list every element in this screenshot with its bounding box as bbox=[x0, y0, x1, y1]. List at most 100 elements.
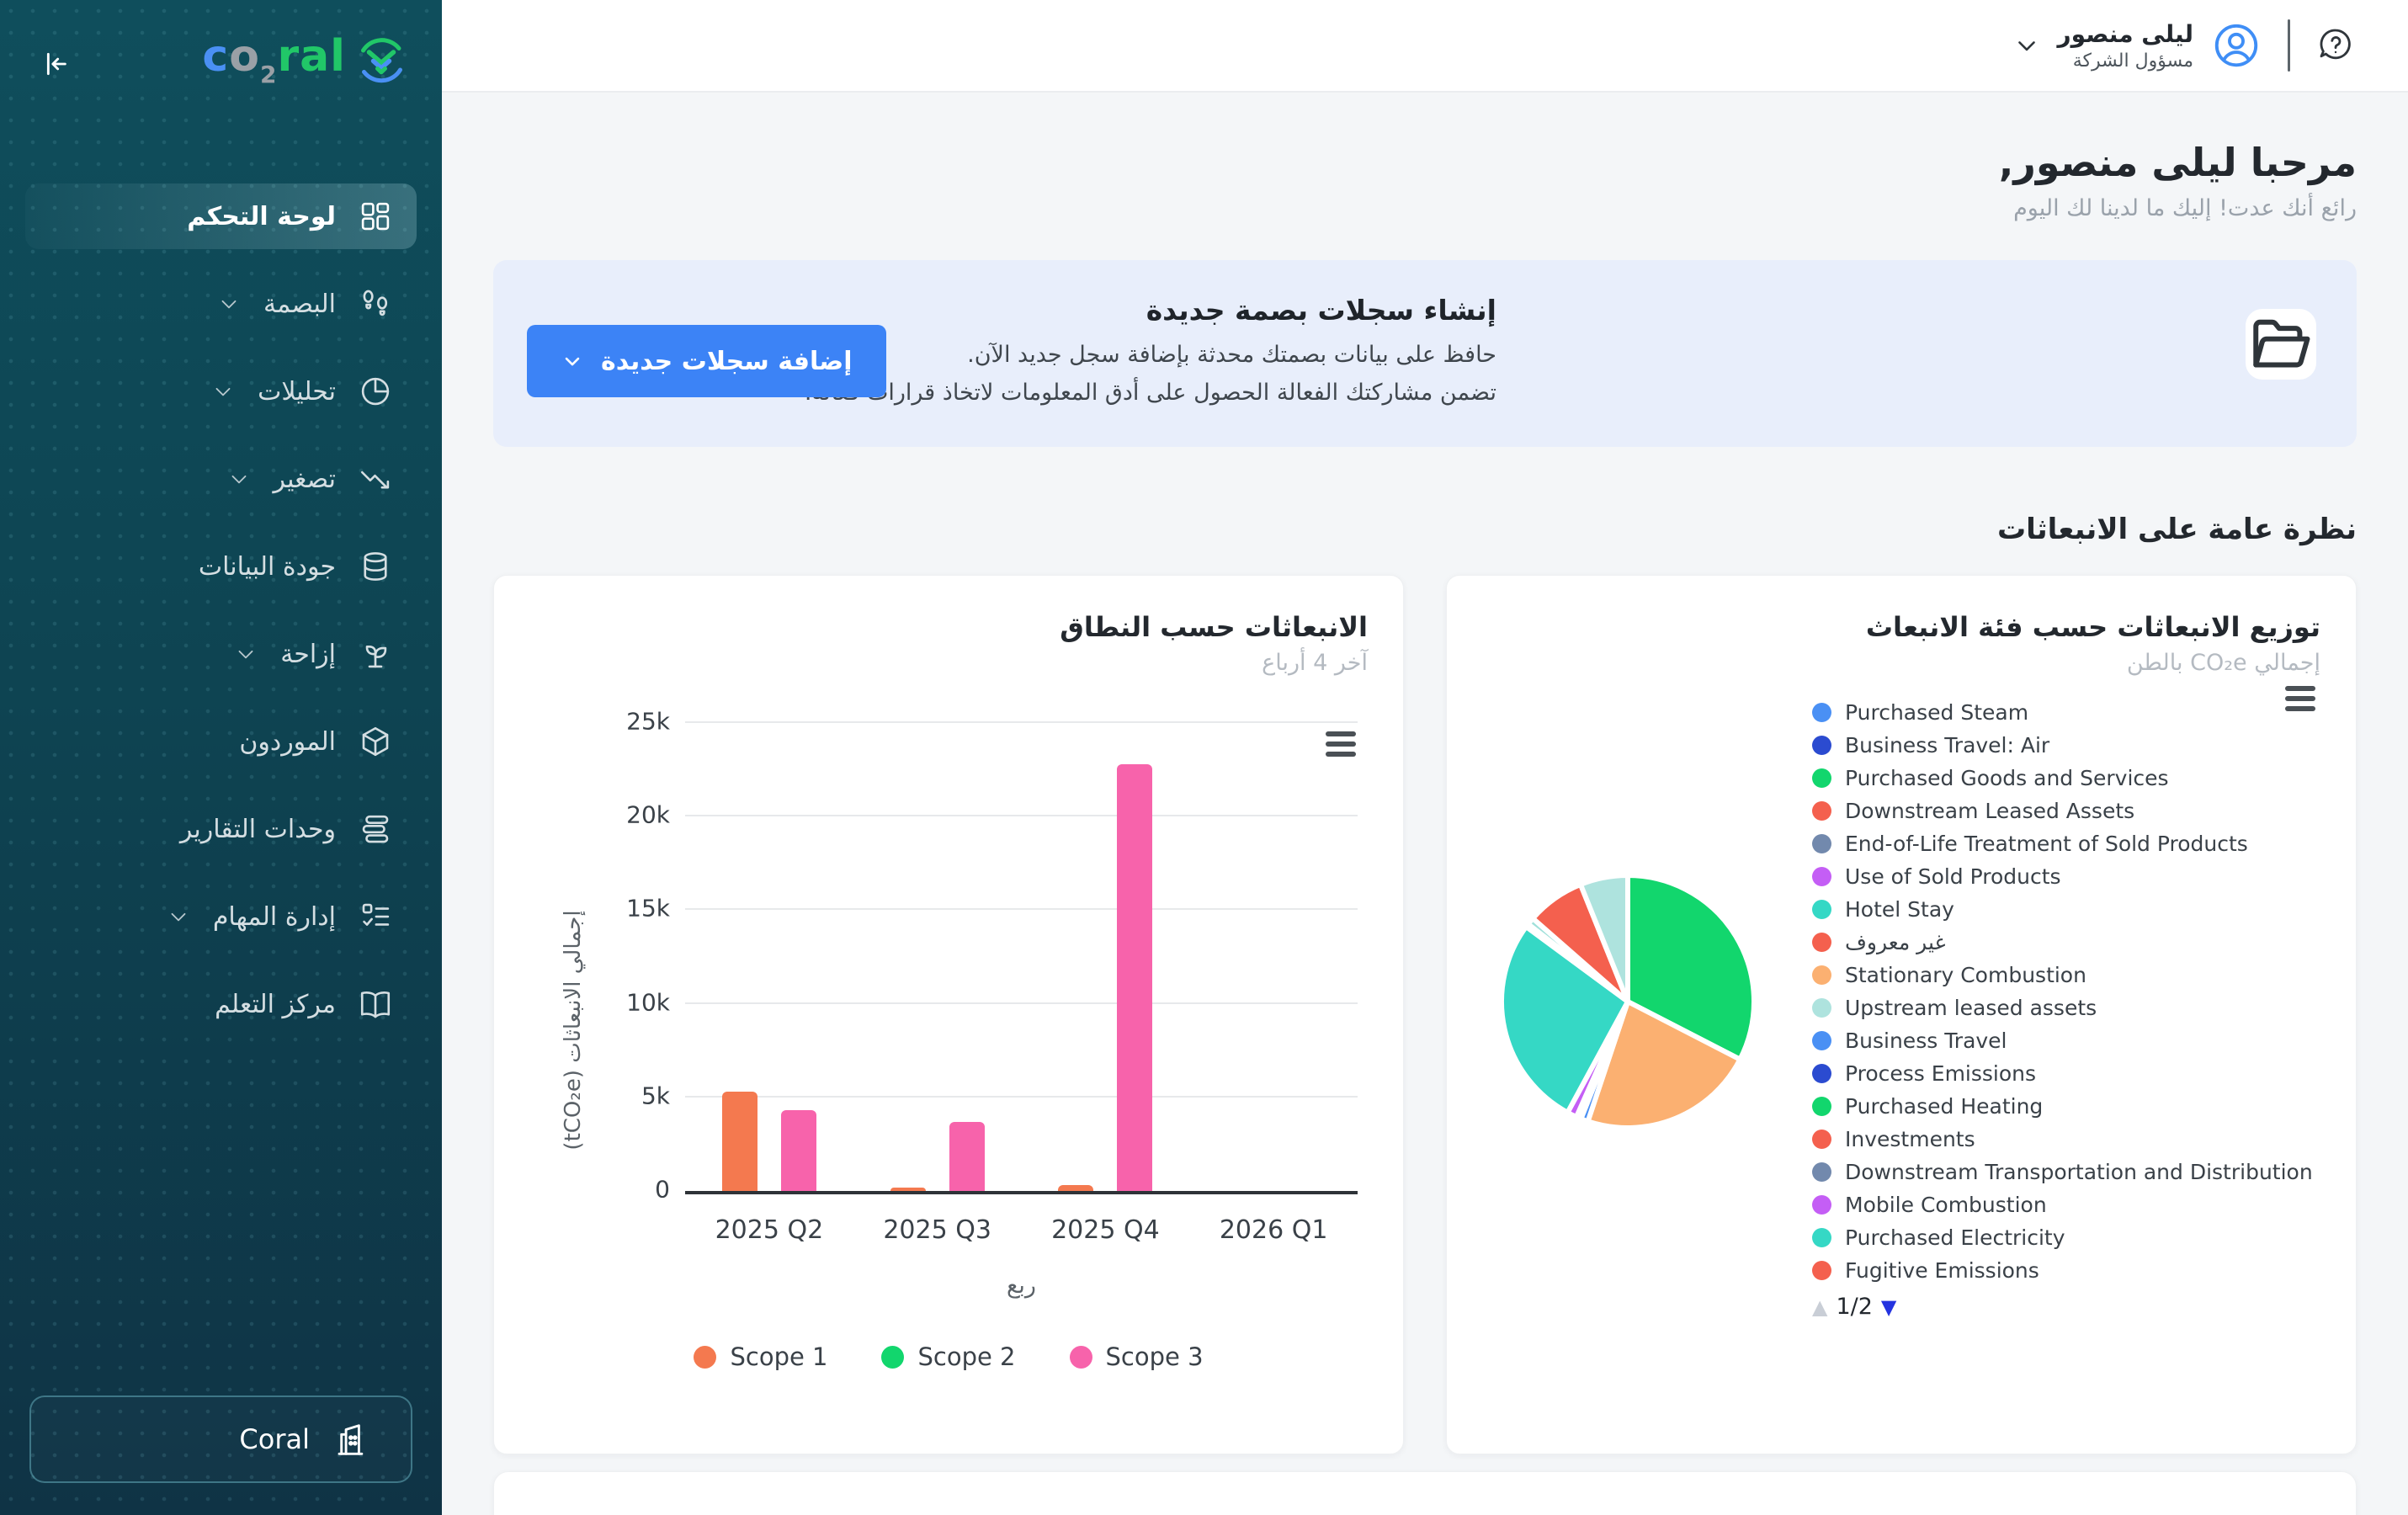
legend-dot bbox=[1812, 1130, 1831, 1149]
sidebar-item-dashboard[interactable]: لوحة التحكم bbox=[25, 183, 417, 249]
charts-row: توزيع الانبعاثات حسب فئة الانبعاث إجمالي… bbox=[493, 575, 2357, 1454]
bar-chart-ylabel: إجمالي الانبعاثات (tCO₂e) bbox=[561, 910, 586, 1150]
legend-dot bbox=[1812, 1031, 1831, 1050]
user-menu[interactable]: ليلى منصور مسؤول الشركة bbox=[2012, 19, 2262, 72]
help-icon[interactable] bbox=[2315, 25, 2356, 66]
legend-item[interactable]: End-of-Life Treatment of Sold Products bbox=[1812, 827, 2317, 860]
legend-item[interactable]: Business Travel: Air bbox=[1812, 729, 2317, 762]
legend-dot bbox=[1812, 998, 1831, 1018]
sidebar-item-label: إدارة المهام bbox=[213, 902, 336, 932]
legend-item-scope-1[interactable]: Scope 1 bbox=[694, 1342, 827, 1371]
legend-dot bbox=[1812, 768, 1831, 788]
banner-title: إنشاء سجلات بصمة جديدة bbox=[442, 294, 1496, 327]
legend-item[interactable]: Business Travel bbox=[1812, 1024, 2317, 1057]
bar-scope-1[interactable] bbox=[1058, 1185, 1093, 1191]
chevron-down-icon bbox=[226, 466, 252, 492]
legend-label: Hotel Stay bbox=[1845, 897, 1954, 922]
bar-chart-subtitle: آخر 4 أرباع bbox=[529, 650, 1368, 676]
legend-item[interactable]: Downstream Transportation and Distributi… bbox=[1812, 1156, 2317, 1188]
legend-item[interactable]: غير معروف bbox=[1812, 926, 2317, 959]
book-icon bbox=[358, 986, 393, 1022]
sidebar-item-reduce[interactable]: تصغير bbox=[0, 435, 442, 523]
legend-item[interactable]: Purchased Steam bbox=[1812, 696, 2317, 729]
sidebar-item-offset[interactable]: إزاحة bbox=[0, 610, 442, 698]
sidebar-item-footprint[interactable]: البصمة bbox=[0, 260, 442, 348]
legend-item[interactable]: Downstream Leased Assets bbox=[1812, 795, 2317, 827]
sidebar-item-reporting-units[interactable]: وحدات التقارير bbox=[0, 785, 442, 873]
emissions-pie-chart[interactable] bbox=[1497, 871, 1758, 1132]
legend-item[interactable]: Upstream leased assets bbox=[1812, 991, 2317, 1024]
y-tick-label: 20k bbox=[626, 801, 670, 829]
legend-item-scope-3[interactable]: Scope 3 bbox=[1070, 1342, 1204, 1371]
sidebar-collapse-icon[interactable] bbox=[37, 47, 71, 81]
legend-dot bbox=[1812, 1162, 1831, 1182]
sidebar-item-label: تحليلات bbox=[258, 377, 336, 407]
bar-group-2025-q3 bbox=[853, 723, 1022, 1191]
chevron-down-icon bbox=[210, 379, 236, 404]
legend-item-scope-2[interactable]: Scope 2 bbox=[881, 1342, 1015, 1371]
bar-scope-3[interactable] bbox=[949, 1122, 985, 1191]
user-avatar-icon bbox=[2210, 19, 2262, 72]
legend-item[interactable]: Process Emissions bbox=[1812, 1057, 2317, 1090]
trending-down-icon bbox=[358, 461, 393, 497]
sidebar-item-label: مركز التعلم bbox=[215, 990, 336, 1019]
legend-dot bbox=[881, 1346, 904, 1369]
next-section-card bbox=[493, 1471, 2357, 1515]
legend-item[interactable]: Hotel Stay bbox=[1812, 893, 2317, 926]
chevron-down-icon bbox=[233, 641, 258, 667]
sidebar-item-learning-center[interactable]: مركز التعلم bbox=[0, 960, 442, 1048]
bar-chart-legend: Scope 1 Scope 2 Scope 3 bbox=[529, 1342, 1368, 1371]
page-indicator: 1/2 bbox=[1836, 1294, 1872, 1320]
y-tick-label: 10k bbox=[626, 988, 670, 1016]
emissions-by-category-card: توزيع الانبعاثات حسب فئة الانبعاث إجمالي… bbox=[1446, 575, 2357, 1454]
bar-scope-3[interactable] bbox=[781, 1110, 816, 1191]
legend-item[interactable]: Use of Sold Products bbox=[1812, 860, 2317, 893]
sidebar-item-task-management[interactable]: إدارة المهام bbox=[0, 873, 442, 960]
sidebar-item-data-quality[interactable]: جودة البيانات bbox=[0, 523, 442, 610]
legend-item[interactable]: Fugitive Emissions bbox=[1812, 1254, 2317, 1287]
building-icon bbox=[328, 1420, 367, 1459]
bar-scope-1[interactable] bbox=[722, 1092, 757, 1191]
legend-label: Stationary Combustion bbox=[1845, 963, 2086, 987]
bar-chart-xlabel: ربع bbox=[685, 1273, 1358, 1299]
emissions-overview-title: نظرة عامة على الانبعاثات bbox=[493, 513, 2357, 546]
sidebar-item-label: إزاحة bbox=[280, 640, 336, 669]
legend-label: غير معروف bbox=[1845, 930, 1946, 954]
legend-label: Scope 3 bbox=[1106, 1342, 1204, 1371]
legend-label: Process Emissions bbox=[1845, 1061, 2036, 1086]
legend-dot bbox=[1812, 1261, 1831, 1280]
legend-item[interactable]: Stationary Combustion bbox=[1812, 959, 2317, 991]
sidebar-item-suppliers[interactable]: الموردون bbox=[0, 698, 442, 785]
database-icon bbox=[358, 549, 393, 584]
page-down-icon[interactable]: ▼ bbox=[1881, 1295, 1896, 1319]
bar-scope-1[interactable] bbox=[890, 1188, 926, 1191]
legend-item[interactable]: Mobile Combustion bbox=[1812, 1188, 2317, 1221]
chevron-down-icon bbox=[166, 904, 191, 929]
organization-card[interactable]: Coral bbox=[29, 1395, 412, 1483]
bar-group-2025-q4 bbox=[1022, 723, 1190, 1191]
sidebar-item-analytics[interactable]: تحليلات bbox=[0, 348, 442, 435]
page-title: مرحبا ليلى منصور, bbox=[493, 140, 2357, 185]
legend-item[interactable]: Purchased Heating bbox=[1812, 1090, 2317, 1123]
bar-chart-body: إجمالي الانبعاثات (tCO₂e) 05k10k15k20k25… bbox=[529, 689, 1368, 1371]
legend-dot bbox=[694, 1346, 716, 1369]
page-up-icon[interactable]: ▲ bbox=[1812, 1295, 1827, 1319]
legend-label: Fugitive Emissions bbox=[1845, 1258, 2039, 1283]
pie-legend: Purchased SteamBusiness Travel: AirPurch… bbox=[1812, 696, 2317, 1320]
legend-label: Investments bbox=[1845, 1127, 1975, 1151]
bar-scope-3[interactable] bbox=[1117, 764, 1152, 1191]
legend-item[interactable]: Purchased Electricity bbox=[1812, 1221, 2317, 1254]
legend-item[interactable]: Investments bbox=[1812, 1123, 2317, 1156]
create-footprint-banner: إنشاء سجلات بصمة جديدة حافظ على بيانات ب… bbox=[493, 260, 2357, 447]
legend-dot bbox=[1812, 801, 1831, 821]
legend-label: Purchased Heating bbox=[1845, 1094, 2043, 1119]
coral-logo-icon bbox=[354, 34, 408, 88]
legend-item[interactable]: Purchased Goods and Services bbox=[1812, 762, 2317, 795]
x-tick-label: 2025 Q3 bbox=[853, 1215, 1022, 1245]
legend-label: Business Travel bbox=[1845, 1029, 2007, 1053]
chevron-down-icon bbox=[216, 291, 242, 316]
sidebar-item-label: لوحة التحكم bbox=[187, 202, 336, 231]
legend-label: Scope 2 bbox=[917, 1342, 1015, 1371]
legend-dot bbox=[1812, 867, 1831, 886]
add-records-button[interactable]: إضافة سجلات جديدة bbox=[527, 325, 886, 397]
